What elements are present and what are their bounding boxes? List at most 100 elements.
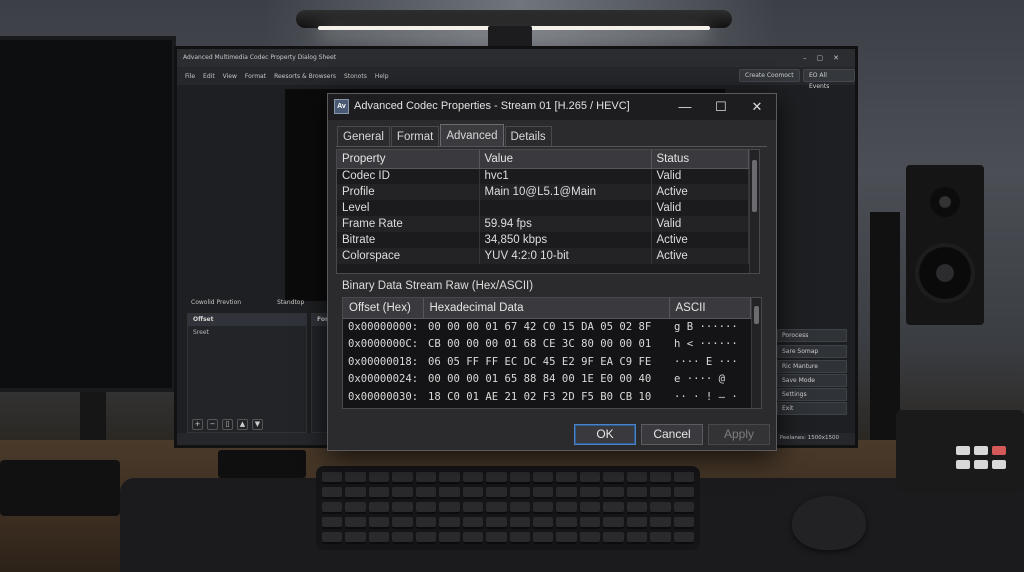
keyboard-key [462, 502, 484, 514]
column-header-ascii[interactable]: ASCII [669, 298, 751, 319]
copy-icon[interactable]: ▯ [222, 419, 233, 430]
control-snap[interactable]: Sare Somap [777, 345, 847, 358]
table-row[interactable]: Bitrate 34,850 kbps Active [337, 232, 749, 248]
keyboard-key [532, 502, 554, 514]
keyboard-key [322, 502, 343, 514]
left-monitor-stand [80, 392, 106, 442]
column-header-property[interactable]: Property [337, 150, 480, 169]
standby-label[interactable]: Standtop [277, 299, 304, 306]
keyboard-key [345, 502, 366, 514]
keyboard-key [579, 472, 601, 484]
dialog-titlebar[interactable]: Av Advanced Codec Properties - Stream 01… [328, 94, 776, 120]
keyboard-key [439, 532, 460, 544]
move-down-icon[interactable]: ▼ [252, 419, 263, 430]
tab-advanced[interactable]: Advanced [440, 124, 504, 146]
keyboard-key [509, 532, 530, 544]
menu-resources[interactable]: Reesorts & Browsers [274, 73, 336, 80]
hex-row[interactable]: 0x00000000: 00 00 00 01 67 42 C0 15 DA 0… [343, 318, 751, 336]
remove-icon[interactable]: − [207, 419, 218, 430]
minimize-icon[interactable]: — [668, 94, 702, 120]
column-header-hex[interactable]: Hexadecimal Data [423, 298, 670, 319]
control-process[interactable]: Porocess [777, 329, 847, 342]
menu-stonots[interactable]: Stonots [344, 73, 367, 80]
keyboard-key [556, 532, 577, 544]
menu-view[interactable]: View [223, 73, 237, 80]
keyboard-key [603, 502, 624, 514]
control-exit[interactable]: Exit [777, 402, 847, 415]
keyboard-key [509, 487, 530, 499]
keyboard-key [673, 487, 694, 499]
keyboard-key [509, 502, 530, 514]
keyboard-key [345, 472, 366, 484]
hex-row[interactable]: 0x0000000C: CB 00 00 00 01 68 CE 3C 80 0… [343, 336, 751, 354]
scrollbar-thumb[interactable] [754, 306, 759, 324]
tab-details[interactable]: Details [504, 126, 552, 146]
tab-general[interactable]: General [337, 126, 390, 146]
all-events-button[interactable]: EO All Events [803, 69, 855, 90]
move-up-icon[interactable]: ▲ [237, 419, 248, 430]
left-monitor [0, 36, 176, 392]
scrollbar-thumb[interactable] [752, 160, 757, 212]
keyboard [316, 466, 700, 550]
app-window-controls[interactable]: –▢✕ [803, 49, 849, 67]
keyboard-key [509, 517, 530, 529]
offset-dock-row[interactable]: Sreet [188, 326, 306, 339]
menu-file[interactable]: File [185, 73, 195, 80]
keyboard-key [486, 502, 507, 514]
table-row[interactable]: Frame Rate 59.94 fps Valid [337, 216, 749, 232]
property-value: 34,850 kbps [479, 232, 652, 248]
keyboard-key [415, 472, 437, 484]
menu-help[interactable]: Help [375, 73, 389, 80]
keyboard-key [532, 472, 554, 484]
property-value: Main 10@L5.1@Main [479, 184, 652, 200]
table-row[interactable]: Profile Main 10@L5.1@Main Active [337, 184, 749, 200]
hex-row[interactable]: 0x00000024: 00 00 00 01 65 88 84 00 1E E… [343, 371, 751, 389]
keyboard-key [556, 487, 577, 499]
property-name: Codec ID [337, 168, 480, 184]
hex-ascii: e ···· @ [674, 373, 726, 386]
property-table: Property Value Status Codec ID hvc1 Vali… [337, 150, 749, 264]
app-icon: Av [334, 99, 349, 114]
hex-scrollbar[interactable] [751, 298, 761, 408]
menu-format[interactable]: Format [245, 73, 266, 80]
column-header-value[interactable]: Value [479, 150, 652, 169]
keyboard-key [650, 487, 671, 499]
tab-format[interactable]: Format [390, 126, 440, 146]
property-scrollbar[interactable] [749, 150, 759, 273]
property-status: Active [651, 232, 749, 248]
table-row[interactable]: Codec ID hvc1 Valid [337, 168, 749, 184]
hex-row[interactable]: 0x00000030: 18 C0 01 AE 21 02 F3 2D F5 B… [343, 388, 751, 406]
add-icon[interactable]: + [192, 419, 203, 430]
table-row[interactable]: Level Valid [337, 200, 749, 216]
control-capture[interactable]: Ric Manture [777, 360, 847, 373]
column-header-status[interactable]: Status [651, 150, 749, 169]
keyboard-key [532, 487, 554, 499]
column-header-offset[interactable]: Offset (Hex) [343, 298, 424, 319]
keyboard-key [673, 502, 694, 514]
keyboard-key [673, 472, 694, 484]
keyboard-key [322, 487, 343, 499]
create-connect-button[interactable]: Create Coomoct [739, 69, 800, 82]
keyboard-key [368, 517, 390, 529]
cancel-button[interactable]: Cancel [641, 424, 703, 445]
table-row[interactable]: Colorspace YUV 4:2:0 10-bit Active [337, 248, 749, 264]
keyboard-key [556, 472, 577, 484]
mixer-pad [956, 446, 970, 455]
control-save-mode[interactable]: Save Mode [777, 374, 847, 387]
hex-row[interactable]: 0x00000018: 06 05 FF FF EC DC 45 E2 9F E… [343, 353, 751, 371]
keyboard-key [462, 517, 484, 529]
offset-dock-header: Offset [188, 314, 306, 326]
menu-edit[interactable]: Edit [203, 73, 215, 80]
mixer-pad [974, 446, 988, 455]
maximize-icon[interactable]: ☐ [704, 94, 738, 120]
hex-bytes: 00 00 00 01 67 42 C0 15 DA 05 02 8F [428, 321, 652, 333]
apply-button[interactable]: Apply [708, 424, 770, 445]
keyboard-key [486, 532, 507, 544]
dialog-title: Advanced Codec Properties - Stream 01 [H… [354, 100, 630, 112]
keyboard-key [322, 517, 343, 529]
ok-button[interactable]: OK [574, 424, 636, 445]
hex-viewer: Offset (Hex) Hexadecimal Data ASCII 0x00… [342, 297, 762, 409]
control-settings[interactable]: Settings [777, 388, 847, 401]
close-icon[interactable]: ✕ [740, 94, 774, 120]
preview-label: Cowolid Prevtion [191, 299, 242, 306]
